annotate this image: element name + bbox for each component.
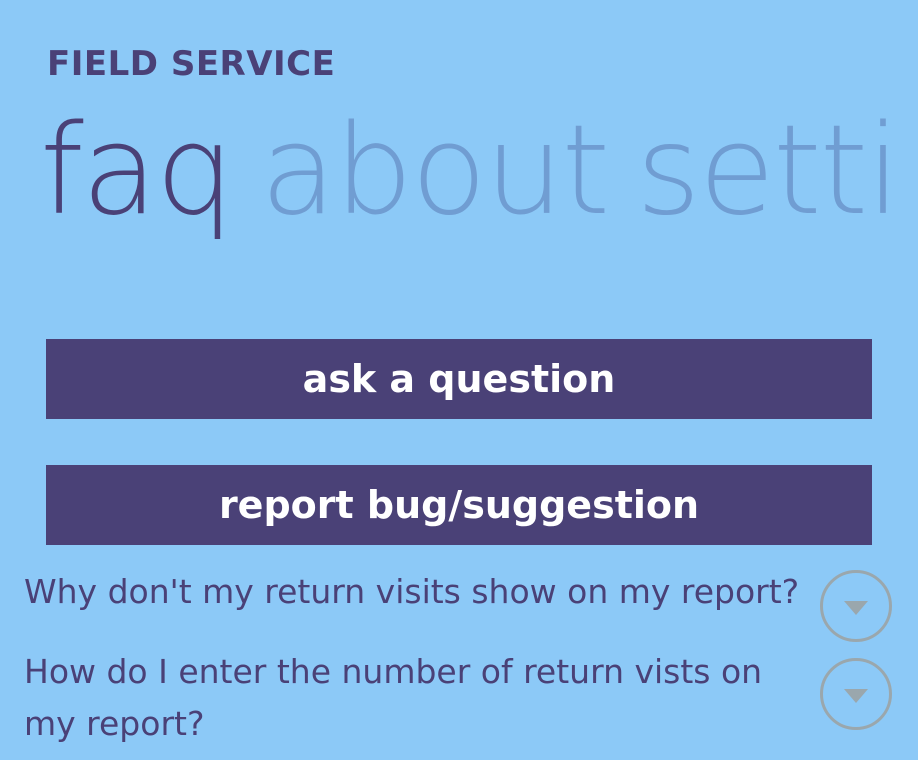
- pivot-header: faq about setti: [40, 96, 918, 246]
- app-title: FIELD SERVICE: [47, 44, 336, 84]
- ask-question-button[interactable]: ask a question: [46, 339, 872, 419]
- expand-faq-button[interactable]: [820, 658, 892, 730]
- expand-faq-button[interactable]: [820, 570, 892, 642]
- faq-question: How do I enter the number of return vist…: [24, 652, 763, 743]
- faq-list: Why don't my return visits show on my re…: [24, 566, 904, 756]
- chevron-down-icon: [842, 683, 870, 705]
- faq-item[interactable]: How do I enter the number of return vist…: [24, 646, 904, 756]
- faq-question: Why don't my return visits show on my re…: [24, 572, 800, 611]
- faq-item[interactable]: Why don't my return visits show on my re…: [24, 566, 904, 646]
- pivot-tab-settings[interactable]: setti: [636, 96, 901, 246]
- pivot-tab-about[interactable]: about: [260, 96, 610, 246]
- report-bug-button[interactable]: report bug/suggestion: [46, 465, 872, 545]
- chevron-down-icon: [842, 595, 870, 617]
- pivot-tab-faq[interactable]: faq: [40, 96, 234, 246]
